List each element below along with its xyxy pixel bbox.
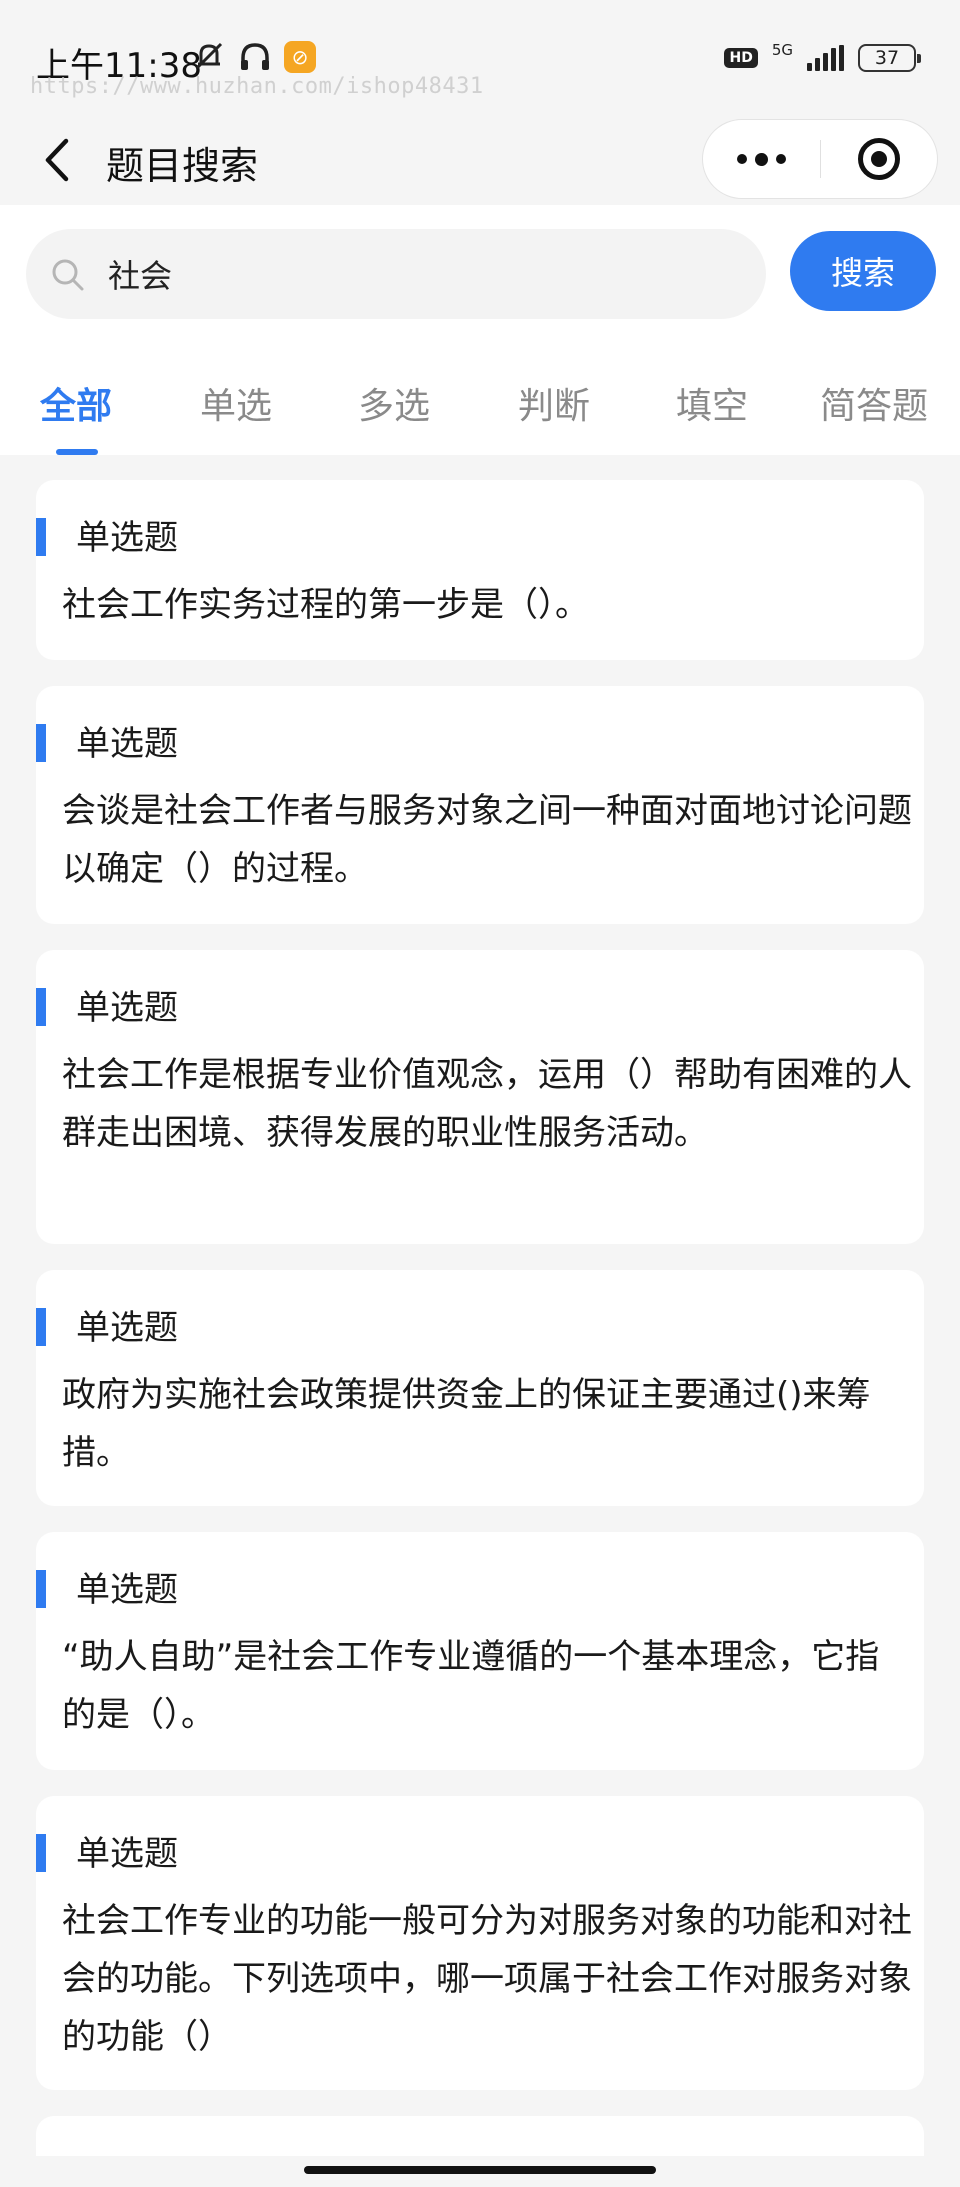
question-card[interactable]: 单选题 会谈是社会工作者与服务对象之间一种面对面地讨论问题以确定（）的过程。 — [36, 686, 924, 924]
status-icons-left: ⊘ — [192, 40, 316, 74]
question-card[interactable]: 单选题 社会工作专业的功能一般可分为对服务对象的功能和对社会的功能。下列选项中，… — [36, 1796, 924, 2090]
card-accent-bar — [36, 988, 46, 1026]
question-card[interactable]: 单选题 社会工作是根据专业价值观念，运用（）帮助有困难的人群走出困境、获得发展的… — [36, 950, 924, 1244]
search-input[interactable] — [108, 249, 728, 299]
question-text: 社会工作专业的功能一般可分为对服务对象的功能和对社会的功能。下列选项中，哪一项属… — [62, 1901, 912, 2057]
card-accent-bar — [36, 1308, 46, 1346]
headphones-icon — [241, 43, 269, 70]
page-title: 题目搜索 — [106, 144, 259, 188]
tab-short-answer[interactable]: 简答题 — [820, 377, 928, 429]
question-type-label: 单选题 — [76, 1834, 178, 1874]
mute-icon — [195, 42, 223, 70]
network-type: 5G — [771, 41, 793, 59]
tab-all[interactable]: 全部 — [40, 377, 112, 429]
question-type-label: 单选题 — [76, 1570, 178, 1610]
question-card[interactable]: 单选题 “助人自助”是社会工作专业遵循的一个基本理念，它指的是（）。 — [36, 1532, 924, 1770]
battery-icon: 37 — [858, 44, 921, 72]
question-type-tabs: 全部 单选 多选 判断 填空 简答题 — [0, 365, 960, 455]
tab-fill-blank[interactable]: 填空 — [676, 377, 748, 429]
tab-multiple-choice[interactable]: 多选 — [358, 377, 430, 429]
signal-bars-icon — [807, 45, 844, 71]
question-card[interactable]: 单选题 社会工作实务过程的第一步是（）。 — [36, 480, 924, 660]
question-type-label: 单选题 — [76, 518, 178, 558]
more-options-icon[interactable] — [703, 120, 820, 198]
question-text: 社会工作是根据专业价值观念，运用（）帮助有困难的人群走出困境、获得发展的职业性服… — [62, 1055, 912, 1153]
question-card[interactable]: 单选题 政府为实施社会政策提供资金上的保证主要通过()来筹措。 — [36, 1270, 924, 1506]
card-accent-bar — [36, 518, 46, 556]
question-type-label: 单选题 — [76, 988, 178, 1028]
watermark: https://www.huzhan.com/ishop48431 — [30, 74, 484, 99]
tab-single-choice[interactable]: 单选 — [200, 377, 272, 429]
card-accent-bar — [36, 1570, 46, 1608]
card-accent-bar — [36, 724, 46, 762]
search-icon — [52, 259, 84, 291]
home-indicator[interactable] — [304, 2166, 656, 2174]
search-box — [26, 229, 766, 319]
card-accent-bar — [36, 1834, 46, 1872]
close-mini-program-icon[interactable] — [821, 120, 938, 198]
active-tab-indicator — [56, 449, 98, 455]
nav-bar: 题目搜索 — [0, 115, 960, 205]
back-icon[interactable] — [38, 133, 78, 187]
hd-badge: HD — [724, 48, 758, 68]
question-card-partial[interactable] — [36, 2116, 924, 2156]
battery-level: 37 — [874, 47, 900, 69]
question-type-label: 单选题 — [76, 724, 178, 764]
question-type-label: 单选题 — [76, 1308, 178, 1348]
question-text: 政府为实施社会政策提供资金上的保证主要通过()来筹措。 — [62, 1375, 871, 1473]
mini-program-capsule — [702, 119, 938, 199]
status-bar: 上午11:38 ⊘ https://www.huzhan.com/ishop48… — [0, 0, 960, 115]
question-text: 社会工作实务过程的第一步是（）。 — [62, 585, 589, 625]
tab-true-false[interactable]: 判断 — [518, 377, 590, 429]
status-icons-right: HD 5G 37 — [724, 41, 921, 72]
search-button[interactable]: 搜索 — [790, 231, 936, 311]
question-text: “助人自助”是社会工作专业遵循的一个基本理念，它指的是（）。 — [62, 1637, 880, 1735]
app-notification-icon: ⊘ — [284, 41, 316, 73]
search-panel: 搜索 全部 单选 多选 判断 填空 简答题 — [0, 205, 960, 455]
question-text: 会谈是社会工作者与服务对象之间一种面对面地讨论问题以确定（）的过程。 — [62, 791, 912, 889]
